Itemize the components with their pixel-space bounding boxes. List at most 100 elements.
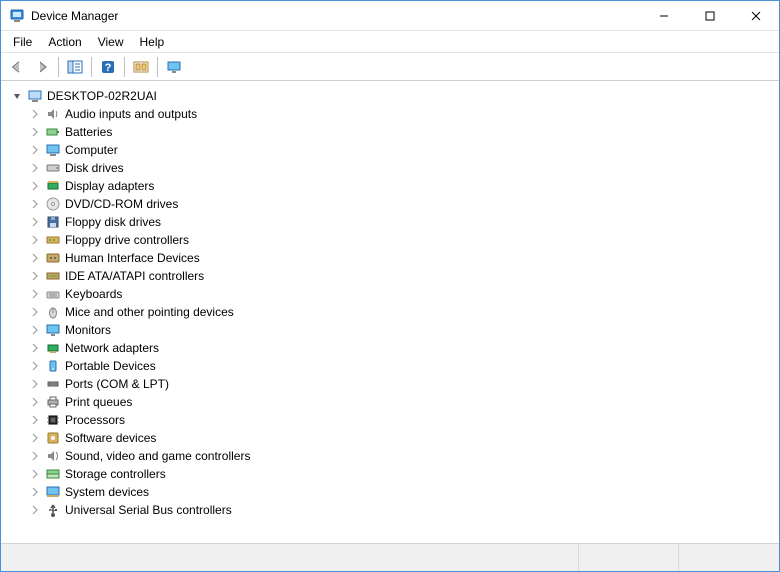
expander-closed-icon[interactable] [27,106,43,122]
expander-closed-icon[interactable] [27,160,43,176]
tree-category[interactable]: Processors [3,411,777,429]
tree-category-label: DVD/CD-ROM drives [65,197,178,211]
app-icon [9,8,25,24]
tree-category[interactable]: Keyboards [3,285,777,303]
tree-category[interactable]: Storage controllers [3,465,777,483]
tree-category[interactable]: Print queues [3,393,777,411]
minimize-button[interactable] [641,1,687,31]
expander-closed-icon[interactable] [27,250,43,266]
battery-icon [45,124,61,140]
expander-closed-icon[interactable] [27,304,43,320]
disk-icon [45,160,61,176]
close-button[interactable] [733,1,779,31]
tree-root[interactable]: DESKTOP-02R2UAI [3,87,777,105]
tree-category[interactable]: Display adapters [3,177,777,195]
expander-closed-icon[interactable] [27,124,43,140]
tree-category[interactable]: Floppy drive controllers [3,231,777,249]
expander-closed-icon[interactable] [27,142,43,158]
printer-icon [45,394,61,410]
back-button[interactable] [5,56,29,78]
tree-category[interactable]: Batteries [3,123,777,141]
tree-category-label: Storage controllers [65,467,166,481]
menu-action[interactable]: Action [40,33,89,51]
scan-hardware-button[interactable] [129,56,153,78]
expander-closed-icon[interactable] [27,484,43,500]
device-tree-pane[interactable]: DESKTOP-02R2UAI Audio inputs and outputs… [1,82,779,542]
show-hide-console-tree-button[interactable] [63,56,87,78]
menu-help[interactable]: Help [132,33,173,51]
expander-closed-icon[interactable] [27,394,43,410]
tree-category-label: Floppy disk drives [65,215,161,229]
tree-category-label: Keyboards [65,287,122,301]
computer-icon [27,88,43,104]
expander-open-icon[interactable] [9,88,25,104]
maximize-button[interactable] [687,1,733,31]
dvd-icon [45,196,61,212]
tree-category-label: Ports (COM & LPT) [65,377,169,391]
tree-category[interactable]: Audio inputs and outputs [3,105,777,123]
tree-category[interactable]: Portable Devices [3,357,777,375]
expander-closed-icon[interactable] [27,412,43,428]
expander-closed-icon[interactable] [27,322,43,338]
tree-category-label: Floppy drive controllers [65,233,189,247]
expander-closed-icon[interactable] [27,178,43,194]
toolbar-separator [124,57,125,77]
statusbar [1,543,779,571]
statusbar-cell [579,544,679,571]
expander-closed-icon[interactable] [27,466,43,482]
device-manager-view-button[interactable] [162,56,186,78]
tree-category[interactable]: Disk drives [3,159,777,177]
audio-icon [45,106,61,122]
tree-category[interactable]: Sound, video and game controllers [3,447,777,465]
storage-icon [45,466,61,482]
forward-arrow-icon [34,59,50,75]
tree-category[interactable]: Network adapters [3,339,777,357]
expander-closed-icon[interactable] [27,376,43,392]
toolbar: ? [1,53,779,81]
expander-closed-icon[interactable] [27,196,43,212]
tree-category-label: Universal Serial Bus controllers [65,503,232,517]
scan-hardware-icon [133,59,149,75]
forward-button[interactable] [30,56,54,78]
tree-category[interactable]: Monitors [3,321,777,339]
expander-closed-icon[interactable] [27,340,43,356]
help-button[interactable]: ? [96,56,120,78]
svg-text:?: ? [105,62,112,74]
expander-closed-icon[interactable] [27,268,43,284]
expander-closed-icon[interactable] [27,286,43,302]
tree-category[interactable]: Human Interface Devices [3,249,777,267]
display-icon [45,178,61,194]
toolbar-separator [157,57,158,77]
tree-category[interactable]: System devices [3,483,777,501]
floppy-icon [45,214,61,230]
network-icon [45,340,61,356]
tree-category[interactable]: IDE ATA/ATAPI controllers [3,267,777,285]
device-tree: DESKTOP-02R2UAI Audio inputs and outputs… [1,83,779,531]
monitor-icon [166,59,182,75]
tree-category[interactable]: Software devices [3,429,777,447]
expander-closed-icon[interactable] [27,358,43,374]
expander-closed-icon[interactable] [27,430,43,446]
back-arrow-icon [9,59,25,75]
expander-closed-icon[interactable] [27,232,43,248]
tree-category[interactable]: Floppy disk drives [3,213,777,231]
ide-icon [45,268,61,284]
system-icon [45,484,61,500]
expander-closed-icon[interactable] [27,448,43,464]
tree-category[interactable]: Ports (COM & LPT) [3,375,777,393]
tree-category-label: Computer [65,143,118,157]
help-icon: ? [100,59,116,75]
menu-file[interactable]: File [5,33,40,51]
expander-closed-icon[interactable] [27,214,43,230]
monitor-icon [45,322,61,338]
expander-closed-icon[interactable] [27,502,43,518]
tree-category[interactable]: Mice and other pointing devices [3,303,777,321]
tree-category[interactable]: Universal Serial Bus controllers [3,501,777,519]
tree-category-label: Monitors [65,323,111,337]
tree-category-label: Mice and other pointing devices [65,305,234,319]
tree-category-label: Processors [65,413,125,427]
tree-category[interactable]: DVD/CD-ROM drives [3,195,777,213]
tree-category[interactable]: Computer [3,141,777,159]
menu-view[interactable]: View [90,33,132,51]
tree-category-label: IDE ATA/ATAPI controllers [65,269,204,283]
